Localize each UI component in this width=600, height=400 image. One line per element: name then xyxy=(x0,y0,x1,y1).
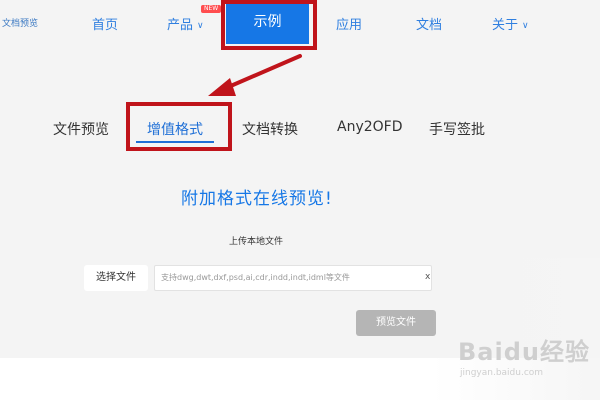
nav-home[interactable]: 首页 xyxy=(92,14,118,33)
logo-text: 文档预览 xyxy=(2,19,39,29)
tab-value-added-formats[interactable]: 增值格式 xyxy=(147,119,203,139)
chevron-down-icon: ∨ xyxy=(522,21,529,31)
nav-about[interactable]: 关于 ∨ xyxy=(492,14,529,33)
top-nav: 文档预览 首页 产品 ∨ NEW 示例 应用 文档 关于 ∨ xyxy=(0,0,600,46)
chevron-down-icon: ∨ xyxy=(197,21,204,31)
watermark-url: jingyan.baidu.com xyxy=(460,368,544,378)
nav-apps[interactable]: 应用 xyxy=(336,14,362,33)
nav-docs[interactable]: 文档 xyxy=(416,14,442,33)
active-tab-indicator xyxy=(136,141,214,143)
logo[interactable]: 文档预览 xyxy=(2,16,38,29)
preview-file-button[interactable]: 预览文件 xyxy=(356,310,436,336)
page-heading: 附加格式在线预览! xyxy=(181,189,333,209)
tab-handwritten-sign[interactable]: 手写签批 xyxy=(429,119,485,139)
clear-icon[interactable]: x xyxy=(425,272,430,282)
tab-doc-conversion[interactable]: 文档转换 xyxy=(242,119,298,139)
tab-any2ofd[interactable]: Any2OFD xyxy=(337,119,403,135)
nav-examples[interactable]: 示例 xyxy=(226,0,309,44)
watermark-brand: Baidu经验 xyxy=(458,338,590,366)
tab-file-preview[interactable]: 文件预览 xyxy=(53,119,109,139)
fade-overlay xyxy=(432,258,600,400)
baidu-watermark: Baidu经验 jingyan.baidu.com xyxy=(458,332,590,378)
nav-products-label: 产品 xyxy=(167,18,194,33)
nav-about-label: 关于 xyxy=(492,18,519,33)
upload-label: 上传本地文件 xyxy=(229,237,284,247)
file-path-input[interactable]: 支持dwg,dwt,dxf,psd,ai,cdr,indd,indt,idml等… xyxy=(154,265,432,291)
new-badge: NEW xyxy=(201,5,222,13)
nav-products[interactable]: 产品 ∨ xyxy=(167,14,204,33)
choose-file-button[interactable]: 选择文件 xyxy=(84,265,148,291)
